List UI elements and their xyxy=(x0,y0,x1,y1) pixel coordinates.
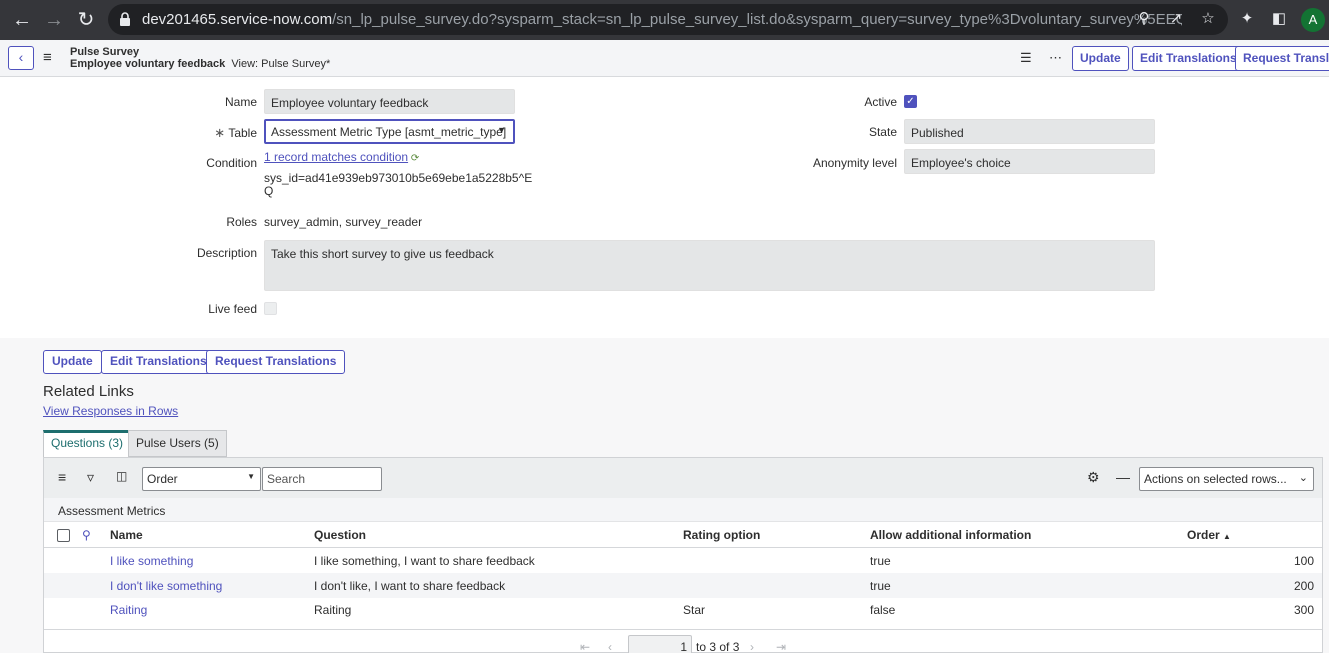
page-number-input[interactable]: 1 xyxy=(628,635,692,653)
roles-value[interactable]: survey_admin, survey_reader xyxy=(264,215,422,229)
gear-icon[interactable]: ⚙ xyxy=(1087,469,1100,486)
table-row: I don't like something I don't like, I w… xyxy=(44,573,1322,598)
update-button-bottom[interactable]: Update xyxy=(43,350,102,374)
comment-icon[interactable]: ◫ xyxy=(116,469,127,483)
column-header-order[interactable]: Order ▲ xyxy=(1187,528,1231,542)
condition-link[interactable]: 1 record matches condition ⟳ xyxy=(264,150,419,164)
edit-translations-button-bottom[interactable]: Edit Translations xyxy=(101,350,216,374)
more-options-icon[interactable]: ⋯ xyxy=(1049,50,1062,66)
tab-pulse-users[interactable]: Pulse Users (5) xyxy=(128,430,227,457)
description-field[interactable]: Take this short survey to give us feedba… xyxy=(264,240,1155,291)
questions-list: ≡ ▿ ◫ Order ▼ Search ⚙ — Actions on selec… xyxy=(43,457,1323,653)
list-title: Assessment Metrics xyxy=(44,498,1322,522)
row-name-link[interactable]: I don't like something xyxy=(110,579,222,593)
chevron-down-icon: ⌄ xyxy=(1298,472,1308,484)
table-header: ⚲ Name Question Rating option Allow addi… xyxy=(44,522,1322,548)
table-row: I like something I like something, I wan… xyxy=(44,548,1322,573)
row-rating: Star xyxy=(683,603,706,617)
back-arrow-icon[interactable]: ← xyxy=(10,8,34,32)
refresh-icon[interactable]: ⟳ xyxy=(408,153,419,164)
state-label: State xyxy=(868,125,897,139)
row-order: 100 xyxy=(1293,554,1314,568)
roles-label: Roles xyxy=(226,215,257,229)
chevron-left-icon: ‹ xyxy=(18,49,24,65)
row-question: Raiting xyxy=(314,603,352,617)
request-translations-button-bottom[interactable]: Request Translations xyxy=(206,350,346,374)
dropdown-arrow-icon: ▼ xyxy=(247,472,255,481)
last-page-icon[interactable]: ⇥ xyxy=(776,640,786,653)
check-icon: ✓ xyxy=(906,96,915,107)
anonymity-field[interactable]: Employee's choice xyxy=(904,149,1155,174)
filter-icon[interactable]: ▿ xyxy=(87,469,94,486)
actions-select[interactable]: Actions on selected rows... ⌄ xyxy=(1139,467,1314,491)
first-page-icon[interactable]: ⇤ xyxy=(580,640,590,653)
record-type: Pulse Survey xyxy=(70,46,140,58)
row-name-link[interactable]: Raiting xyxy=(110,603,147,617)
record-title: Employee voluntary feedback View: Pulse … xyxy=(70,58,331,70)
list-menu-icon[interactable]: ≡ xyxy=(58,469,66,485)
description-label: Description xyxy=(196,246,257,260)
bookmark-star-icon[interactable]: ☆ xyxy=(1199,10,1217,28)
form-header: ‹ ≡ Pulse Survey Employee voluntary feed… xyxy=(0,40,1329,77)
table-label: ∗ Table xyxy=(214,125,257,140)
row-allow: true xyxy=(870,579,891,593)
forward-arrow-icon[interactable]: → xyxy=(42,8,66,32)
dropdown-arrow-icon: ▼ xyxy=(497,125,506,135)
prev-page-icon[interactable]: ‹ xyxy=(608,640,612,653)
state-field[interactable]: Published xyxy=(904,119,1155,144)
table-row: Raiting Raiting Star false 300 xyxy=(44,597,1322,622)
table-select[interactable]: Assessment Metric Type [asmt_metric_type… xyxy=(264,119,515,144)
hamburger-menu-icon[interactable]: ≡ xyxy=(43,49,52,66)
url-text: dev201465.service-now.com/sn_lp_pulse_su… xyxy=(142,11,1182,28)
search-field-select[interactable]: Order ▼ xyxy=(142,467,261,491)
edit-translations-button[interactable]: Edit Translations xyxy=(1132,46,1245,71)
zoom-icon[interactable]: ⚲ xyxy=(1135,10,1153,28)
column-header-rating[interactable]: Rating option xyxy=(683,528,760,542)
row-name-link[interactable]: I like something xyxy=(110,554,193,568)
condition-query: sys_id=ad41e939eb973010b5e69ebe1a5228b5^… xyxy=(264,171,533,198)
lock-icon xyxy=(120,12,130,26)
sort-ascending-icon: ▲ xyxy=(1223,532,1231,541)
condition-label: Condition xyxy=(206,156,257,170)
row-allow: true xyxy=(870,554,891,568)
collapse-icon[interactable]: — xyxy=(1116,469,1130,485)
reload-icon[interactable]: ↻ xyxy=(74,8,98,32)
list-toolbar: ≡ ▿ ◫ Order ▼ Search ⚙ — Actions on selec… xyxy=(44,458,1322,498)
pager-text: to 3 of 3 xyxy=(696,640,740,653)
back-button[interactable]: ‹ xyxy=(8,46,34,70)
name-label: Name xyxy=(224,95,257,109)
search-icon[interactable]: ⚲ xyxy=(82,528,91,542)
avatar[interactable]: A xyxy=(1301,8,1325,32)
column-header-allow[interactable]: Allow additional information xyxy=(870,528,1031,542)
column-header-name[interactable]: Name xyxy=(110,528,143,542)
column-header-question[interactable]: Question xyxy=(314,528,366,542)
address-bar[interactable]: dev201465.service-now.com/sn_lp_pulse_su… xyxy=(108,4,1228,35)
personalize-form-icon[interactable]: ☰ xyxy=(1020,50,1032,66)
browser-chrome: ← → ↻ dev201465.service-now.com/sn_lp_pu… xyxy=(0,0,1329,40)
active-label: Active xyxy=(864,95,897,109)
update-button[interactable]: Update xyxy=(1072,46,1129,71)
related-links-title: Related Links xyxy=(43,383,134,400)
row-question: I like something, I want to share feedba… xyxy=(314,554,535,568)
required-icon: ∗ xyxy=(214,125,226,140)
extensions-icon[interactable]: ✦ xyxy=(1238,10,1256,28)
livefeed-label: Live feed xyxy=(208,302,257,316)
row-order: 200 xyxy=(1293,579,1314,593)
tab-questions[interactable]: Questions (3) xyxy=(43,430,132,457)
sidepanel-icon[interactable]: ◧ xyxy=(1270,10,1288,28)
next-page-icon[interactable]: › xyxy=(750,640,754,653)
row-order: 300 xyxy=(1293,603,1314,617)
table-footer-divider xyxy=(44,629,1322,630)
active-checkbox[interactable]: ✓ xyxy=(904,95,917,108)
request-translations-button[interactable]: Request Translat xyxy=(1235,46,1329,71)
row-allow: false xyxy=(870,603,896,617)
share-icon[interactable]: ↗ xyxy=(1167,10,1185,28)
view-responses-link[interactable]: View Responses in Rows xyxy=(43,404,178,418)
select-all-checkbox[interactable] xyxy=(57,529,70,542)
search-input[interactable]: Search xyxy=(262,467,382,491)
row-question: I don't like, I want to share feedback xyxy=(314,579,506,593)
livefeed-checkbox[interactable] xyxy=(264,302,277,315)
anonymity-label: Anonymity level xyxy=(812,156,897,170)
name-field[interactable]: Employee voluntary feedback xyxy=(264,89,515,114)
